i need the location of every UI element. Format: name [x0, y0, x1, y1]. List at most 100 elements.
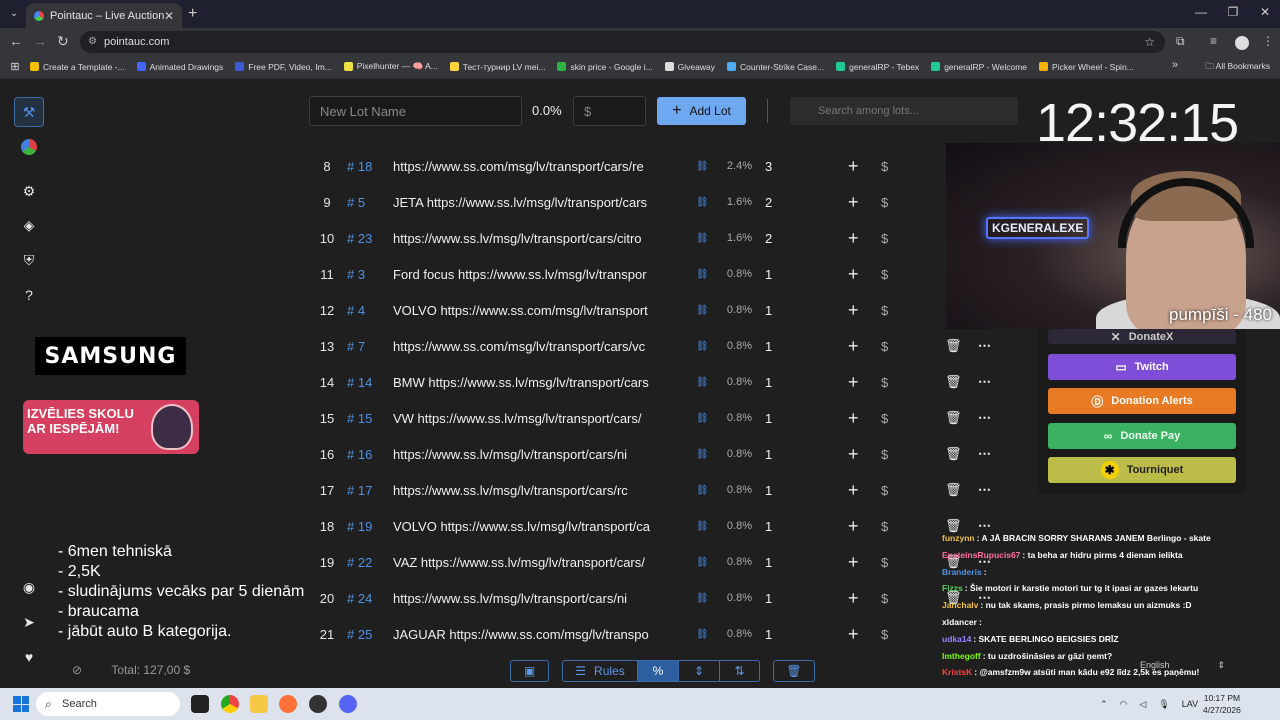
- link-icon[interactable]: ⛓: [696, 197, 709, 208]
- link-icon[interactable]: ⛓: [696, 341, 709, 352]
- more-options-icon[interactable]: ⋯: [978, 374, 991, 390]
- lot-id[interactable]: # 5: [347, 195, 365, 210]
- volume-icon[interactable]: ◁: [1139, 699, 1146, 710]
- amount-input[interactable]: [573, 96, 646, 126]
- lot-id[interactable]: # 23: [347, 231, 372, 246]
- windows-start-icon[interactable]: [13, 696, 29, 712]
- lot-name[interactable]: VAZ https://www.ss.lv/msg/lv/transport/c…: [393, 555, 683, 570]
- dollar-icon[interactable]: $: [881, 375, 888, 390]
- search-lots-input[interactable]: [790, 97, 1018, 125]
- lot-name[interactable]: BMW https://www.ss.lv/msg/lv/transport/c…: [393, 375, 683, 390]
- lot-id[interactable]: # 18: [347, 159, 372, 174]
- telegram-icon[interactable]: ➤: [14, 607, 44, 637]
- percent-toggle-icon[interactable]: %: [637, 660, 679, 682]
- wheel-icon[interactable]: [14, 132, 44, 162]
- bookmark-item[interactable]: Counter-Strike Case...: [727, 61, 824, 72]
- dollar-icon[interactable]: $: [881, 591, 888, 606]
- address-input[interactable]: ⚙ pointauc.com ☆: [80, 31, 1165, 53]
- bookmark-item[interactable]: Giveaway: [664, 61, 715, 72]
- add-amount-icon[interactable]: +: [848, 264, 859, 285]
- media-icon[interactable]: ≡: [1210, 34, 1217, 48]
- close-tab-icon[interactable]: ✕: [164, 9, 174, 23]
- taskbar-search[interactable]: ⌕ Search: [36, 692, 180, 716]
- link-icon[interactable]: ⛓: [696, 413, 709, 424]
- delete-icon[interactable]: 🗑: [945, 338, 962, 354]
- dollar-icon[interactable]: $: [881, 519, 888, 534]
- dollar-icon[interactable]: $: [881, 339, 888, 354]
- more-bookmarks-icon[interactable]: »: [1172, 59, 1178, 71]
- lot-name[interactable]: JAGUAR https://www.ss.com/msg/lv/transpo: [393, 627, 683, 642]
- layers-icon[interactable]: ◈: [14, 210, 44, 240]
- settings-gear-icon[interactable]: ⚙: [14, 176, 44, 206]
- dollar-icon[interactable]: $: [881, 627, 888, 642]
- more-options-icon[interactable]: ⋯: [978, 482, 991, 498]
- delete-icon[interactable]: 🗑: [945, 482, 962, 498]
- lot-name[interactable]: VOLVO https://www.ss.lv/msg/lv/transport…: [393, 519, 683, 534]
- save-icon[interactable]: ▣: [510, 660, 549, 682]
- link-icon[interactable]: ⛓: [696, 269, 709, 280]
- lot-id[interactable]: # 3: [347, 267, 365, 282]
- lot-id[interactable]: # 7: [347, 339, 365, 354]
- lot-name[interactable]: VW https://www.ss.lv/msg/lv/transport/ca…: [393, 411, 683, 426]
- add-amount-icon[interactable]: +: [848, 228, 859, 249]
- bookmark-star-icon[interactable]: ☆: [1144, 31, 1155, 53]
- lot-id[interactable]: # 4: [347, 303, 365, 318]
- lot-id[interactable]: # 22: [347, 555, 372, 570]
- link-icon[interactable]: ⛓: [696, 593, 709, 604]
- link-icon[interactable]: ⛓: [696, 629, 709, 640]
- discord-icon[interactable]: [339, 695, 357, 713]
- add-amount-icon[interactable]: +: [848, 336, 859, 357]
- hide-amount-icon[interactable]: ⊘: [72, 663, 82, 677]
- link-icon[interactable]: ⛓: [696, 521, 709, 532]
- new-tab-icon[interactable]: +: [188, 5, 197, 23]
- apps-grid-icon[interactable]: ⊞: [0, 60, 30, 73]
- bookmark-item[interactable]: Pixelhunter — 🧠 A...: [343, 61, 438, 72]
- delete-icon[interactable]: 🗑: [945, 374, 962, 390]
- link-icon[interactable]: ⛓: [696, 557, 709, 568]
- more-options-icon[interactable]: ⋯: [978, 338, 991, 354]
- add-amount-icon[interactable]: +: [848, 444, 859, 465]
- firefox-icon[interactable]: [279, 695, 297, 713]
- bookmark-item[interactable]: Picker Wheel - Spin...: [1039, 61, 1134, 72]
- forward-icon[interactable]: →: [33, 33, 47, 49]
- tab-search-icon[interactable]: ⌄: [6, 6, 22, 22]
- rules-button[interactable]: ☰ Rules: [562, 660, 638, 682]
- lot-name[interactable]: Ford focus https://www.ss.lv/msg/lv/tran…: [393, 267, 683, 282]
- github-icon[interactable]: ◉: [14, 572, 44, 602]
- close-window-icon[interactable]: ✕: [1250, 5, 1280, 19]
- lot-id[interactable]: # 24: [347, 591, 372, 606]
- all-bookmarks-link[interactable]: 🗀 All Bookmarks: [1205, 61, 1270, 75]
- lot-id[interactable]: # 15: [347, 411, 372, 426]
- wifi-icon[interactable]: ◠: [1120, 699, 1128, 710]
- lot-name[interactable]: https://www.ss.lv/msg/lv/transport/cars/…: [393, 483, 683, 498]
- dollar-icon[interactable]: $: [881, 483, 888, 498]
- add-amount-icon[interactable]: +: [848, 516, 859, 537]
- back-icon[interactable]: ←: [9, 33, 23, 49]
- add-amount-icon[interactable]: +: [848, 372, 859, 393]
- lot-name[interactable]: JETA https://www.ss.lv/msg/lv/transport/…: [393, 195, 683, 210]
- delete-icon[interactable]: 🗑: [945, 410, 962, 426]
- dollar-icon[interactable]: $: [881, 447, 888, 462]
- lot-id[interactable]: # 17: [347, 483, 372, 498]
- link-icon[interactable]: ⛓: [696, 233, 709, 244]
- link-icon[interactable]: ⛓: [696, 449, 709, 460]
- tray-arrow-icon[interactable]: ⌃: [1100, 699, 1108, 710]
- add-amount-icon[interactable]: +: [848, 156, 859, 177]
- link-icon[interactable]: ⛓: [696, 161, 709, 172]
- donate-heart-icon[interactable]: ♥: [14, 642, 44, 672]
- add-lot-button[interactable]: + Add Lot: [657, 97, 746, 125]
- shield-icon[interactable]: ⛨: [14, 245, 44, 275]
- add-amount-icon[interactable]: +: [848, 192, 859, 213]
- lot-id[interactable]: # 14: [347, 375, 372, 390]
- language-indicator[interactable]: LAV: [1182, 699, 1198, 709]
- lot-name[interactable]: https://www.ss.lv/msg/lv/transport/cars/…: [393, 231, 683, 246]
- new-lot-name-input[interactable]: [309, 96, 522, 126]
- lot-name[interactable]: https://www.ss.lv/msg/lv/transport/cars/…: [393, 447, 683, 462]
- reload-icon[interactable]: ↻: [57, 33, 69, 50]
- bookmark-item[interactable]: Free PDF, Video, Im...: [235, 61, 332, 72]
- lot-id[interactable]: # 25: [347, 627, 372, 642]
- dollar-icon[interactable]: $: [881, 159, 888, 174]
- donation-alerts-button[interactable]: Ⓓ Donation Alerts: [1048, 388, 1236, 414]
- add-amount-icon[interactable]: +: [848, 588, 859, 609]
- add-amount-icon[interactable]: +: [848, 624, 859, 645]
